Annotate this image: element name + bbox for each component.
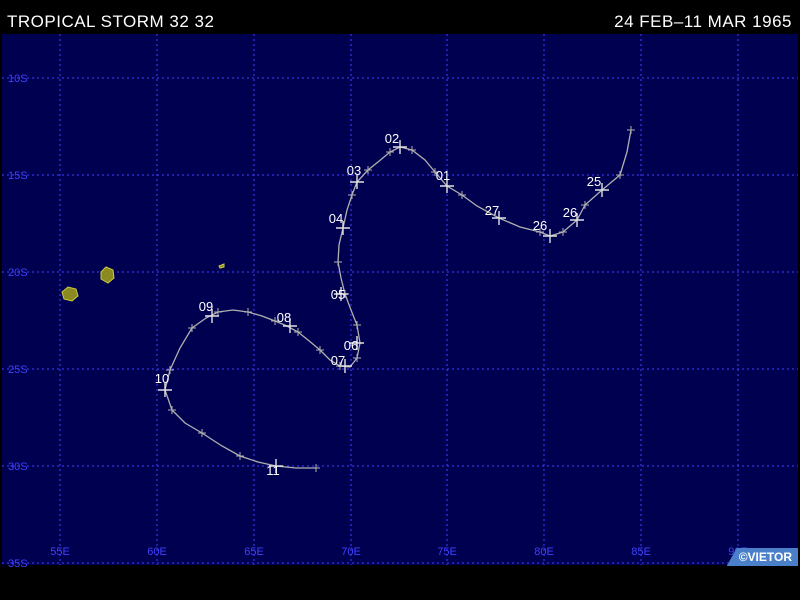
date-label: 08 xyxy=(277,310,291,325)
date-label: 07 xyxy=(331,353,345,368)
date-label: 11 xyxy=(266,463,280,478)
lat-label: 35S xyxy=(8,558,28,570)
lat-label: 25S xyxy=(8,364,28,376)
lat-label: 10S xyxy=(8,73,28,85)
lon-label: 65E xyxy=(244,546,264,558)
date-label: 25 xyxy=(587,174,601,189)
date-label: 10 xyxy=(155,371,169,386)
date-label: 04 xyxy=(329,211,343,226)
date-label: 26 xyxy=(563,205,577,220)
lon-label: 75E xyxy=(437,546,457,558)
date-label: 02 xyxy=(385,131,399,146)
date-label: 01 xyxy=(436,168,450,183)
lon-label: 60E xyxy=(147,546,167,558)
lat-label: 20S xyxy=(8,267,28,279)
lon-label: 85E xyxy=(631,546,651,558)
lat-label: 15S xyxy=(8,170,28,182)
lon-label: 55E xyxy=(50,546,70,558)
date-label: 27 xyxy=(485,203,499,218)
date-label: 03 xyxy=(347,163,361,178)
date-label: 05 xyxy=(331,287,345,302)
date-label: 09 xyxy=(199,299,213,314)
ocean-background xyxy=(2,34,798,565)
lon-label: 80E xyxy=(534,546,554,558)
lat-label: 30S xyxy=(8,461,28,473)
storm-track-map: 25 26 26 27 01 02 03 04 05 0607 08 09 10 11 10S 15S 20S… xyxy=(2,34,798,570)
date-label: 26 xyxy=(533,218,547,233)
lon-label: 70E xyxy=(341,546,361,558)
date-label: 06 xyxy=(344,338,358,353)
vietor-credit: ©VIETOR xyxy=(726,548,798,566)
